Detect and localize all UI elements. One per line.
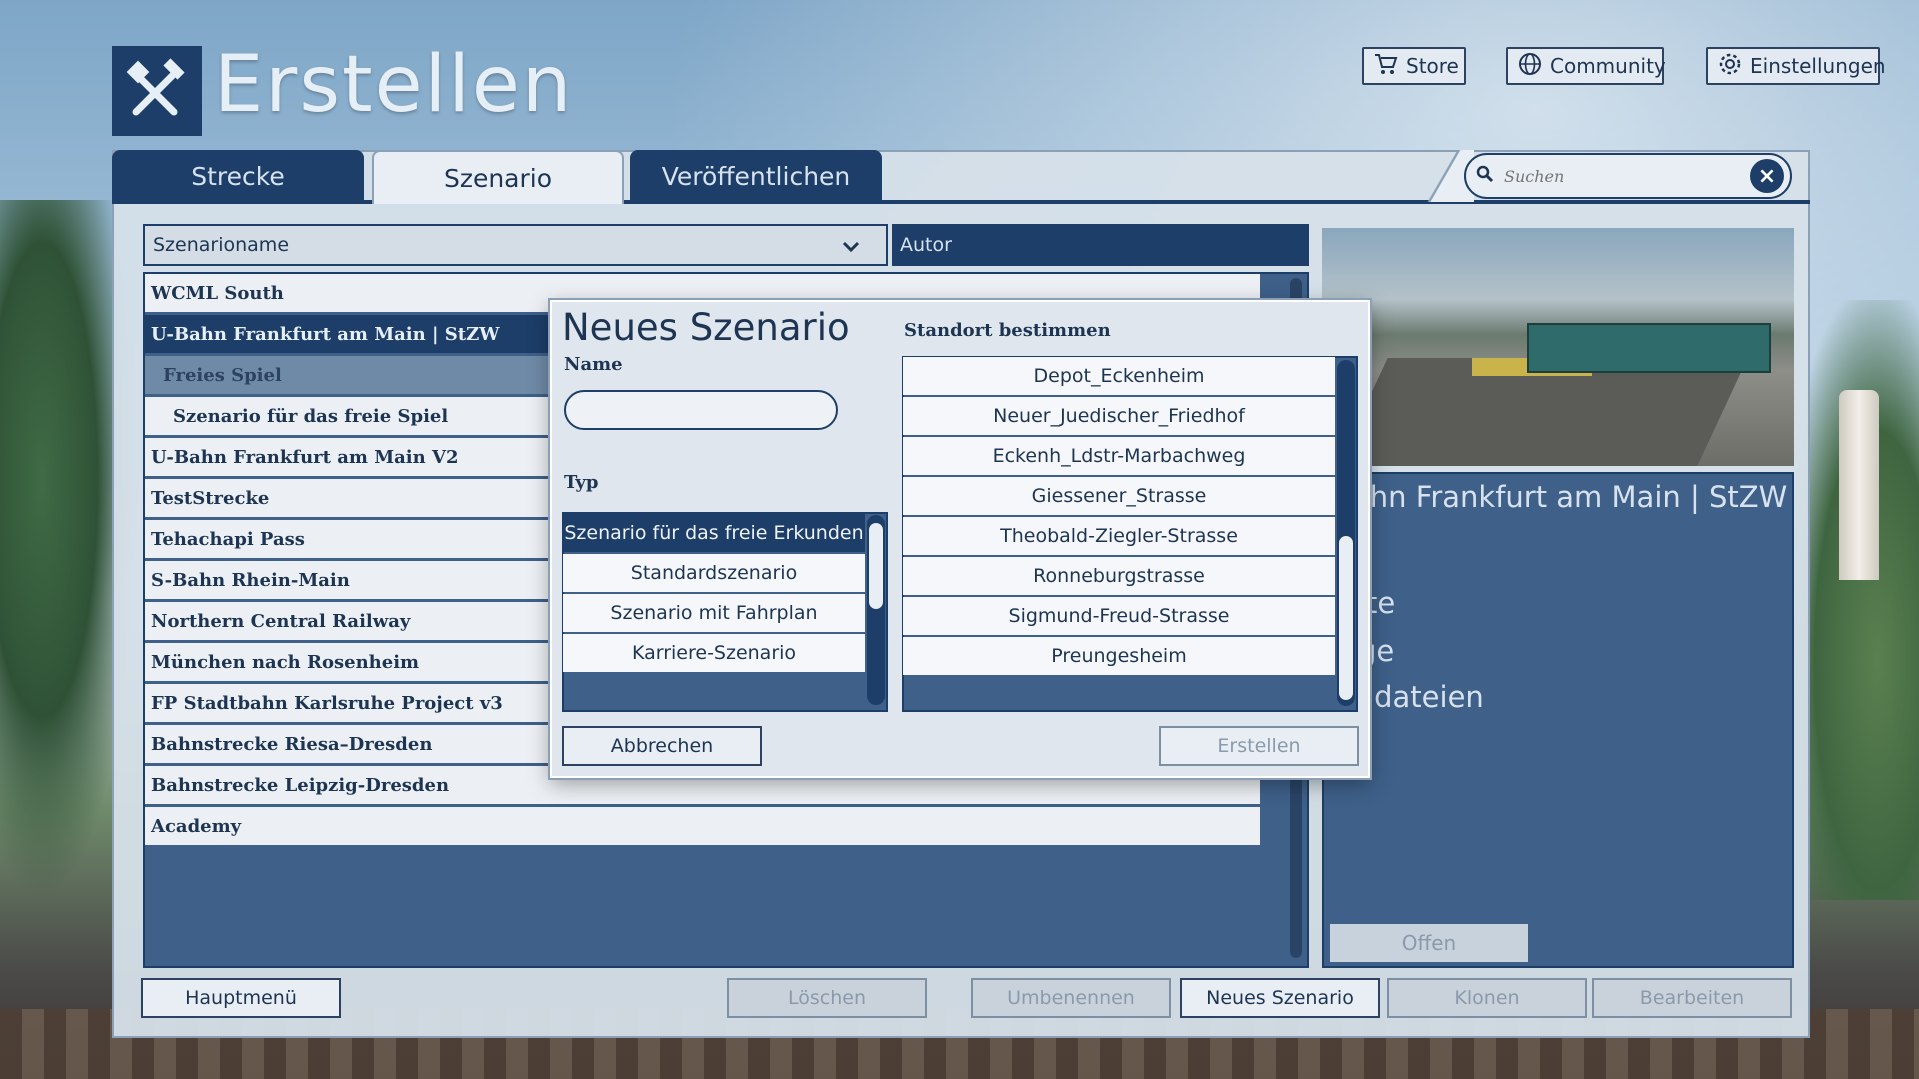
settings-button[interactable]: Einstellungen [1706, 47, 1886, 85]
route-preview-image [1322, 228, 1794, 466]
chevron-down-icon [842, 234, 860, 258]
info-line-3: lldateien [1358, 680, 1484, 714]
cancel-button[interactable]: Abbrechen [562, 726, 762, 766]
clear-search-icon[interactable]: × [1750, 159, 1784, 193]
type-option[interactable]: Szenario mit Fahrplan [563, 594, 865, 632]
location-option[interactable]: Neuer_Juedischer_Friedhof [903, 397, 1335, 435]
name-label: Name [564, 354, 623, 375]
location-option[interactable]: Giessener_Strasse [903, 477, 1335, 515]
delete-button[interactable]: Löschen [727, 978, 927, 1018]
background-lighthouse [1839, 390, 1879, 580]
main-menu-button[interactable]: Hauptmenü [141, 978, 341, 1018]
column-header-name-label: Szenarioname [153, 234, 290, 256]
cart-icon [1374, 53, 1398, 80]
edit-button[interactable]: Bearbeiten [1592, 978, 1792, 1018]
tab-strecke[interactable]: Strecke [112, 150, 364, 202]
create-button[interactable]: Erstellen [1159, 726, 1359, 766]
app-logo [112, 46, 202, 136]
location-option[interactable]: Preungesheim [903, 637, 1335, 675]
type-option[interactable]: Standardszenario [563, 554, 865, 592]
globe-icon [1518, 52, 1542, 81]
search-input[interactable] [1502, 165, 1750, 187]
tab-bar-line [112, 200, 1810, 204]
store-label: Store [1406, 54, 1459, 78]
community-label: Community [1550, 54, 1666, 78]
preview-train [1527, 323, 1771, 373]
tab-veroeffentlichen[interactable]: Veröffentlichen [630, 150, 882, 202]
column-header-name[interactable]: Szenarioname [143, 224, 888, 266]
gear-icon [1718, 52, 1742, 81]
store-button[interactable]: Store [1362, 47, 1466, 85]
location-option[interactable]: Ronneburgstrasse [903, 557, 1335, 595]
open-button[interactable]: Offen [1330, 924, 1528, 962]
column-header-author[interactable]: Autor [892, 224, 1309, 266]
list-item[interactable]: Academy [145, 807, 1260, 845]
location-label: Standort bestimmen [904, 320, 1111, 341]
dialog-title: Neues Szenario [562, 306, 850, 349]
search-box: × [1464, 153, 1792, 199]
tab-szenario[interactable]: Szenario [372, 150, 624, 204]
info-panel [1322, 472, 1794, 968]
location-option[interactable]: Eckenh_Ldstr-Marbachweg [903, 437, 1335, 475]
location-option[interactable]: Sigmund-Freud-Strasse [903, 597, 1335, 635]
location-option[interactable]: Depot_Eckenheim [903, 357, 1335, 395]
search-icon [1476, 165, 1494, 187]
rename-button[interactable]: Umbenennen [971, 978, 1171, 1018]
page-title: Erstellen [214, 40, 574, 130]
scenario-name-input[interactable] [564, 390, 838, 430]
community-button[interactable]: Community [1506, 47, 1666, 85]
type-scrollbar-thumb[interactable] [869, 523, 883, 609]
info-title: ahn Frankfurt am Main | StZW [1352, 480, 1788, 514]
type-label: Typ [564, 472, 599, 493]
tools-icon [126, 58, 185, 116]
clone-button[interactable]: Klonen [1387, 978, 1587, 1018]
type-option[interactable]: Karriere-Szenario [563, 634, 865, 672]
type-option[interactable]: Szenario für das freie Erkunden [563, 514, 865, 552]
location-scrollbar-thumb[interactable] [1339, 536, 1353, 700]
new-scenario-button[interactable]: Neues Szenario [1180, 978, 1380, 1018]
location-option[interactable]: Theobald-Ziegler-Strasse [903, 517, 1335, 555]
settings-label: Einstellungen [1750, 54, 1886, 78]
